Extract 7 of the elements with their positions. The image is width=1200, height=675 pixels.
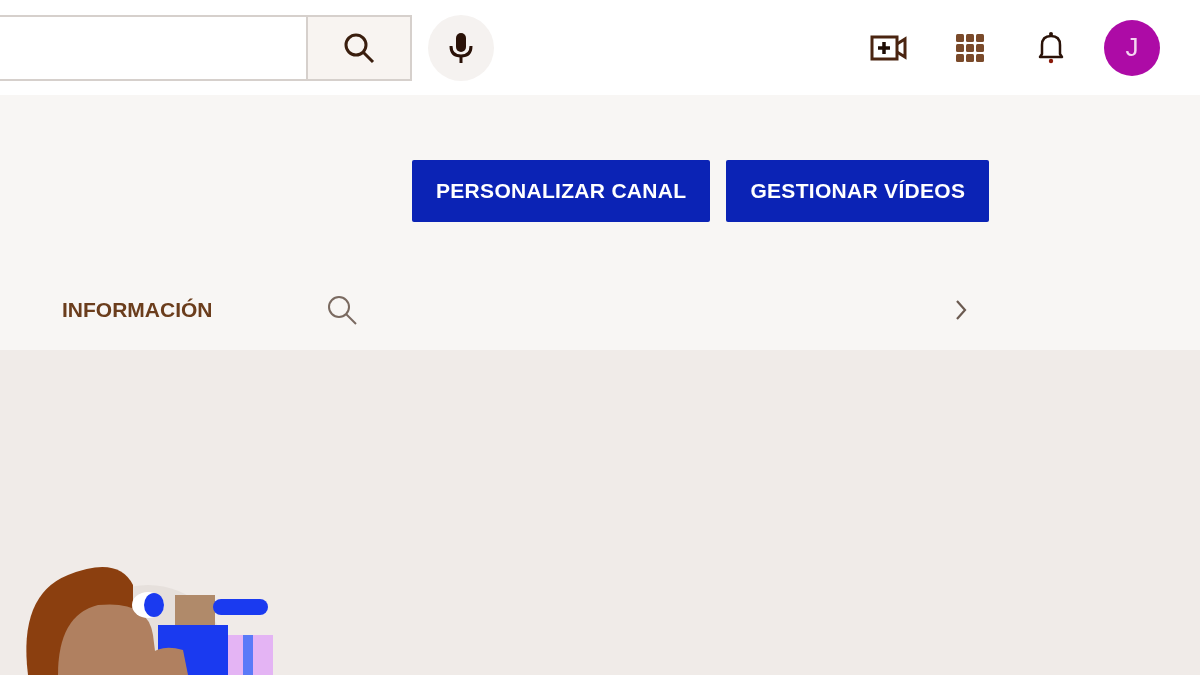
- avatar[interactable]: J: [1104, 19, 1160, 76]
- search-field[interactable]: [0, 14, 306, 81]
- search-button[interactable]: [306, 14, 412, 81]
- channel-action-button[interactable]: PERSONALIZAR CANAL: [412, 160, 711, 222]
- channel-tab[interactable]: INFORMACIÓN: [62, 294, 213, 326]
- channel-action-button[interactable]: GESTIONAR VÍDEOS: [726, 160, 990, 222]
- microphone-icon: [449, 31, 473, 64]
